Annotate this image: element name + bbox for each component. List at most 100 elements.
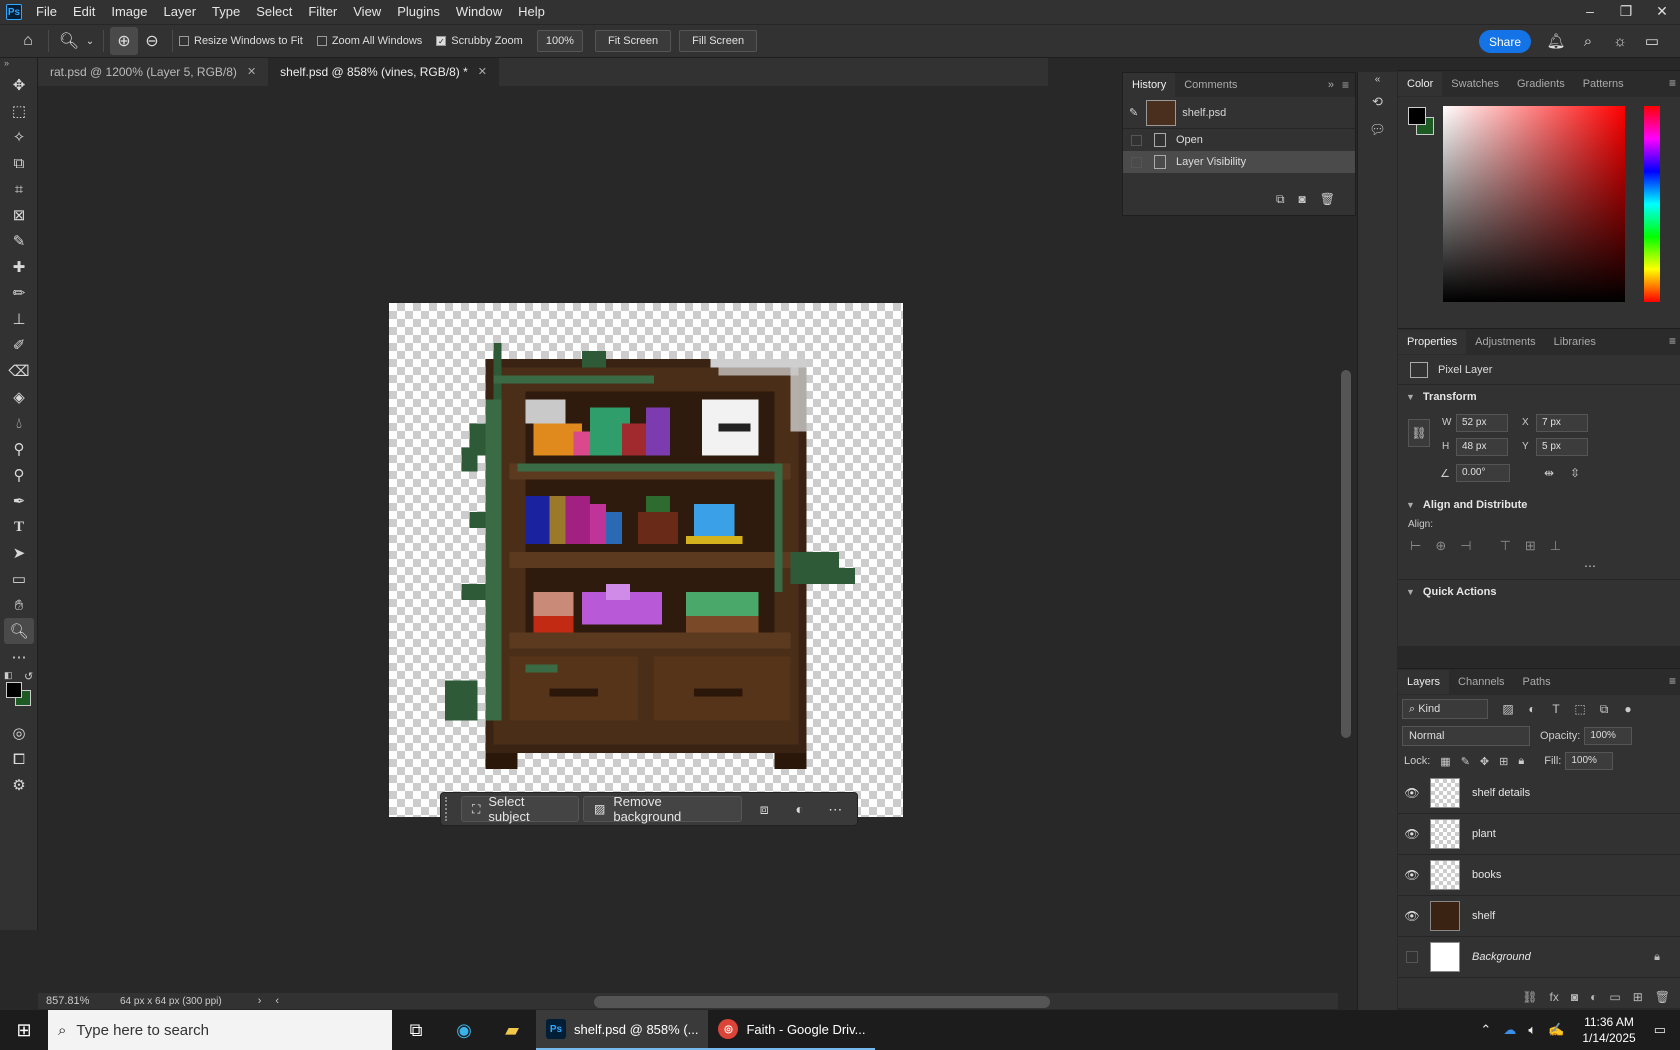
tab-channels[interactable]: Channels xyxy=(1449,670,1513,694)
close-icon[interactable]: ✕ xyxy=(1644,0,1680,22)
task-view-icon[interactable]: ⧉ xyxy=(392,1010,440,1050)
doc-info[interactable]: 64 px x 64 px (300 ppi) xyxy=(120,996,222,1007)
fill-field[interactable]: 100% xyxy=(1565,752,1614,770)
onedrive-icon[interactable]: ☁ xyxy=(1503,1022,1516,1038)
more-icon[interactable]: ⋯ xyxy=(817,801,853,818)
eyedropper-tool-icon[interactable]: ✎ xyxy=(0,228,38,254)
hand-tool-icon[interactable]: ✋︎ xyxy=(0,592,38,618)
crop-tool-icon[interactable]: ⌗ xyxy=(0,176,38,202)
align-bottom-icon[interactable]: ⊥ xyxy=(1550,538,1561,554)
menu-edit[interactable]: Edit xyxy=(65,0,103,24)
document-canvas[interactable] xyxy=(389,303,903,817)
zoom-all-checkbox[interactable]: Zoom All Windows xyxy=(316,35,422,47)
new-layer-icon[interactable]: ⊞ xyxy=(1633,990,1643,1004)
zoom-tool-active-icon[interactable]: 🔍︎ xyxy=(4,618,34,644)
tab-swatches[interactable]: Swatches xyxy=(1442,72,1508,96)
y-field[interactable]: 5 px xyxy=(1536,438,1588,456)
history-snapshot[interactable]: ✎ shelf.psd xyxy=(1123,97,1355,129)
checkbox[interactable] xyxy=(1131,134,1142,146)
layer-row[interactable]: 👁︎ books xyxy=(1398,855,1680,896)
chevron-down-icon[interactable]: ⌄ xyxy=(83,27,97,55)
tab-properties[interactable]: Properties xyxy=(1398,330,1467,354)
tab-comments[interactable]: Comments xyxy=(1175,73,1246,97)
path-select-tool-icon[interactable]: ➤ xyxy=(0,540,38,566)
history-brush-tool-icon[interactable]: ✐ xyxy=(0,332,38,358)
blend-mode-select[interactable]: Normal xyxy=(1402,726,1530,746)
layer-row[interactable]: 👁︎ plant xyxy=(1398,814,1680,855)
restore-icon[interactable]: ❐ xyxy=(1608,0,1644,22)
trash-icon[interactable]: 🗑︎ xyxy=(1320,192,1335,207)
trash-icon[interactable]: 🗑︎ xyxy=(1655,990,1670,1004)
link-layers-icon[interactable]: ⛓ xyxy=(1522,990,1537,1004)
menu-image[interactable]: Image xyxy=(103,0,155,24)
quick-select-tool-icon[interactable]: ⧉ xyxy=(0,150,38,176)
layer-row[interactable]: 👁︎ shelf xyxy=(1398,896,1680,937)
rectangle-tool-icon[interactable]: ▭ xyxy=(0,566,38,592)
lock-pixels-icon[interactable]: ✎ xyxy=(1461,755,1470,768)
file-explorer-icon[interactable]: ▰ xyxy=(488,1010,536,1050)
tab-libraries[interactable]: Libraries xyxy=(1545,330,1605,354)
filter-adjustment-icon[interactable]: ◐ xyxy=(1520,702,1544,716)
menu-icon[interactable]: ≡ xyxy=(1669,674,1676,688)
checkbox[interactable] xyxy=(1131,156,1142,168)
tab-patterns[interactable]: Patterns xyxy=(1574,72,1633,96)
filter-smart-object-icon[interactable]: ⧉ xyxy=(1592,702,1616,717)
visibility-toggle[interactable] xyxy=(1406,951,1418,963)
share-button[interactable]: Share xyxy=(1479,30,1531,53)
link-icon[interactable]: ⛓ xyxy=(1408,419,1430,447)
search-icon[interactable]: ⌕ xyxy=(1572,27,1604,55)
eye-icon[interactable]: 👁︎ xyxy=(1398,827,1426,841)
discover-icon[interactable]: ☼ xyxy=(1604,27,1636,55)
eye-icon[interactable]: 👁︎ xyxy=(1398,786,1426,800)
menu-file[interactable]: File xyxy=(28,0,65,24)
edge-icon[interactable]: ◉ xyxy=(440,1010,488,1050)
history-panel-icon[interactable]: ⟲ xyxy=(1358,88,1397,116)
history-step-open[interactable]: Open xyxy=(1123,129,1355,151)
horizontal-scrollbar[interactable] xyxy=(594,996,1050,1008)
quick-actions-header[interactable]: ▼ Quick Actions xyxy=(1398,579,1680,603)
lock-artboard-icon[interactable]: ⊞ xyxy=(1499,755,1508,768)
zoom-status[interactable]: 857.81% xyxy=(46,995,108,1007)
tab-shelf[interactable]: shelf.psd @ 858% (vines, RGB/8) * ✕ xyxy=(268,58,499,86)
tab-color[interactable]: Color xyxy=(1398,72,1443,96)
menu-view[interactable]: View xyxy=(345,0,389,24)
hue-slider[interactable] xyxy=(1644,106,1660,302)
more-options-icon[interactable]: ⋯ xyxy=(1398,559,1680,579)
collapse-icon[interactable]: » xyxy=(0,58,37,72)
taskbar-app-chrome[interactable]: ◎ Faith - Google Driv... xyxy=(708,1010,876,1050)
adjustment-icon[interactable]: ◐ xyxy=(782,801,818,817)
close-icon[interactable]: ✕ xyxy=(478,58,487,86)
filter-shape-icon[interactable]: ⬚ xyxy=(1568,702,1592,716)
menu-plugins[interactable]: Plugins xyxy=(389,0,448,24)
zoom-tool-icon[interactable]: 🔍︎ xyxy=(55,27,83,55)
scrubby-zoom-checkbox[interactable]: ✓ Scrubby Zoom xyxy=(436,35,523,47)
menu-type[interactable]: Type xyxy=(204,0,248,24)
tab-adjustments[interactable]: Adjustments xyxy=(1466,330,1545,354)
minimize-icon[interactable]: – xyxy=(1572,0,1608,22)
menu-icon[interactable]: ≡ xyxy=(1342,78,1349,92)
zoom-out-icon[interactable]: ⊖ xyxy=(138,27,166,55)
more-tools-icon[interactable]: ⋯ xyxy=(0,644,38,670)
filter-toggle-icon[interactable]: ● xyxy=(1616,702,1640,716)
windows-start-icon[interactable]: ⊞ xyxy=(0,1010,48,1050)
filter-type-icon[interactable]: T xyxy=(1544,702,1568,716)
expand-icon[interactable]: » xyxy=(1328,79,1334,91)
align-section-header[interactable]: ▼ Align and Distribute xyxy=(1398,493,1680,517)
flip-horizontal-icon[interactable]: ⇹ xyxy=(1544,466,1554,480)
eye-icon[interactable]: 👁︎ xyxy=(1398,909,1426,923)
align-top-icon[interactable]: ⊤ xyxy=(1500,538,1511,554)
tab-gradients[interactable]: Gradients xyxy=(1508,72,1574,96)
color-chips[interactable]: ◧ ↺ xyxy=(0,670,38,720)
new-document-icon[interactable]: ⧉ xyxy=(1276,192,1285,207)
x-field[interactable]: 7 px xyxy=(1536,414,1588,432)
fx-icon[interactable]: fx xyxy=(1550,990,1559,1004)
kind-select[interactable]: ⌕ Kind xyxy=(1402,699,1488,719)
tab-history[interactable]: History xyxy=(1123,73,1176,97)
history-brush-icon[interactable]: ✎ xyxy=(1129,106,1138,119)
marquee-tool-icon[interactable]: ⬚ xyxy=(0,98,38,124)
opacity-field[interactable]: 100% xyxy=(1584,727,1633,745)
tab-layers[interactable]: Layers xyxy=(1398,670,1450,694)
chevron-up-icon[interactable]: ⌃ xyxy=(1480,1022,1491,1038)
tab-paths[interactable]: Paths xyxy=(1514,670,1560,694)
paint-bucket-tool-icon[interactable]: ◈ xyxy=(0,384,38,410)
